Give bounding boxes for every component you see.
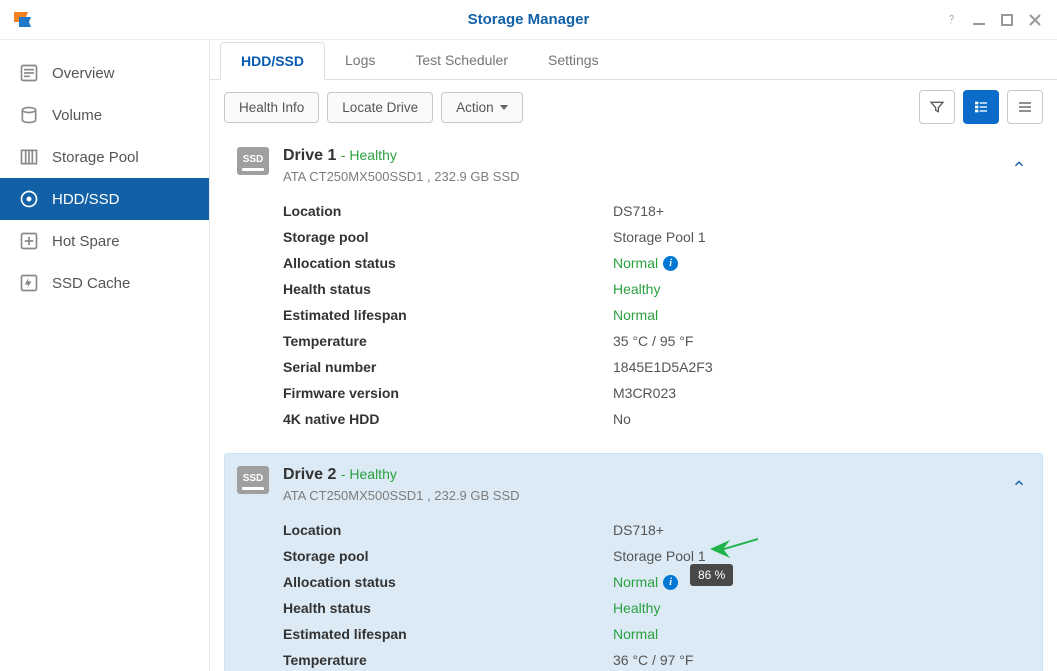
storage-pool-icon — [18, 146, 40, 168]
sidebar-item-volume[interactable]: Volume — [0, 94, 209, 136]
drive-status-inline: - Healthy — [341, 466, 397, 482]
sidebar-item-hdd-ssd[interactable]: HDD/SSD — [0, 178, 209, 220]
prop-allocation-status: Normali — [613, 574, 678, 590]
sidebar-label: SSD Cache — [52, 275, 130, 292]
prop-firmware-version: M3CR023 — [613, 385, 676, 401]
drive-status-inline: - Healthy — [341, 147, 397, 163]
sidebar-item-storage-pool[interactable]: Storage Pool — [0, 136, 209, 178]
prop-location: DS718+ — [613, 203, 664, 219]
ssd-badge-icon: SSD — [237, 147, 269, 175]
detail-view-button[interactable] — [963, 90, 999, 124]
sidebar-label: Storage Pool — [52, 149, 139, 166]
list-detail-icon — [973, 99, 989, 115]
collapse-toggle[interactable] — [1012, 476, 1026, 493]
drive-properties: LocationDS718+ Storage poolStorage Pool … — [283, 517, 1026, 671]
health-info-button[interactable]: Health Info — [224, 92, 319, 123]
toolbar: Health Info Locate Drive Action — [210, 80, 1057, 134]
prop-temperature: 35 °C / 95 °F — [613, 333, 693, 349]
tab-hdd-ssd[interactable]: HDD/SSD — [220, 42, 325, 80]
sidebar-label: Hot Spare — [52, 233, 120, 250]
menu-icon — [1017, 99, 1033, 115]
volume-icon — [18, 104, 40, 126]
ssd-badge-icon: SSD — [237, 466, 269, 494]
window-controls — [939, 8, 1047, 32]
prop-storage-pool: Storage Pool 1 — [613, 229, 706, 245]
ssd-cache-icon — [18, 272, 40, 294]
action-button[interactable]: Action — [441, 92, 523, 123]
prop-serial-number: 1845E1D5A2F3 — [613, 359, 713, 375]
hdd-ssd-icon — [18, 188, 40, 210]
locate-drive-button[interactable]: Locate Drive — [327, 92, 433, 123]
prop-estimated-lifespan: Normal — [613, 307, 658, 323]
drive-card[interactable]: SSD Drive 1 - Healthy ATA CT250MX500SSD1… — [224, 134, 1043, 445]
sidebar-item-ssd-cache[interactable]: SSD Cache — [0, 262, 209, 304]
chevron-up-icon — [1012, 157, 1026, 171]
filter-button[interactable] — [919, 90, 955, 124]
drive-subtitle: ATA CT250MX500SSD1 , 232.9 GB SSD — [283, 488, 520, 503]
help-button[interactable] — [939, 8, 963, 32]
drive-properties: LocationDS718+ Storage poolStorage Pool … — [283, 198, 1026, 432]
overview-icon — [18, 62, 40, 84]
filter-icon — [929, 99, 945, 115]
chevron-up-icon — [1012, 476, 1026, 490]
prop-temperature: 36 °C / 97 °F — [613, 652, 693, 668]
app-icon — [10, 8, 34, 32]
close-button[interactable] — [1023, 8, 1047, 32]
drive-title: Drive 2 - Healthy — [283, 466, 520, 484]
sidebar: Overview Volume Storage Pool HDD/SSD Hot… — [0, 40, 210, 671]
sidebar-label: Volume — [52, 107, 102, 124]
drive-subtitle: ATA CT250MX500SSD1 , 232.9 GB SSD — [283, 169, 520, 184]
info-icon[interactable]: i — [663, 575, 678, 590]
sidebar-item-overview[interactable]: Overview — [0, 52, 209, 94]
tab-logs[interactable]: Logs — [325, 42, 395, 79]
info-icon[interactable]: i — [663, 256, 678, 271]
prop-health-status: Healthy — [613, 281, 660, 297]
tab-settings[interactable]: Settings — [528, 42, 619, 79]
tab-test-scheduler[interactable]: Test Scheduler — [395, 42, 528, 79]
collapse-toggle[interactable] — [1012, 157, 1026, 174]
compact-view-button[interactable] — [1007, 90, 1043, 124]
titlebar: Storage Manager — [0, 0, 1057, 40]
hot-spare-icon — [18, 230, 40, 252]
prop-native-hdd: No — [613, 411, 631, 427]
minimize-button[interactable] — [967, 8, 991, 32]
sidebar-item-hot-spare[interactable]: Hot Spare — [0, 220, 209, 262]
prop-allocation-status: Normali — [613, 255, 678, 271]
main-panel: HDD/SSD Logs Test Scheduler Settings Hea… — [210, 40, 1057, 671]
prop-estimated-lifespan: Normal — [613, 626, 658, 642]
drive-list: SSD Drive 1 - Healthy ATA CT250MX500SSD1… — [210, 134, 1057, 671]
prop-location: DS718+ — [613, 522, 664, 538]
tab-bar: HDD/SSD Logs Test Scheduler Settings — [210, 40, 1057, 80]
maximize-button[interactable] — [995, 8, 1019, 32]
drive-title: Drive 1 - Healthy — [283, 147, 520, 165]
sidebar-label: HDD/SSD — [52, 191, 120, 208]
sidebar-label: Overview — [52, 65, 115, 82]
drive-card[interactable]: SSD Drive 2 - Healthy ATA CT250MX500SSD1… — [224, 453, 1043, 671]
prop-storage-pool: Storage Pool 1 — [613, 548, 706, 564]
prop-health-status: Healthy — [613, 600, 660, 616]
window-title: Storage Manager — [468, 11, 590, 28]
